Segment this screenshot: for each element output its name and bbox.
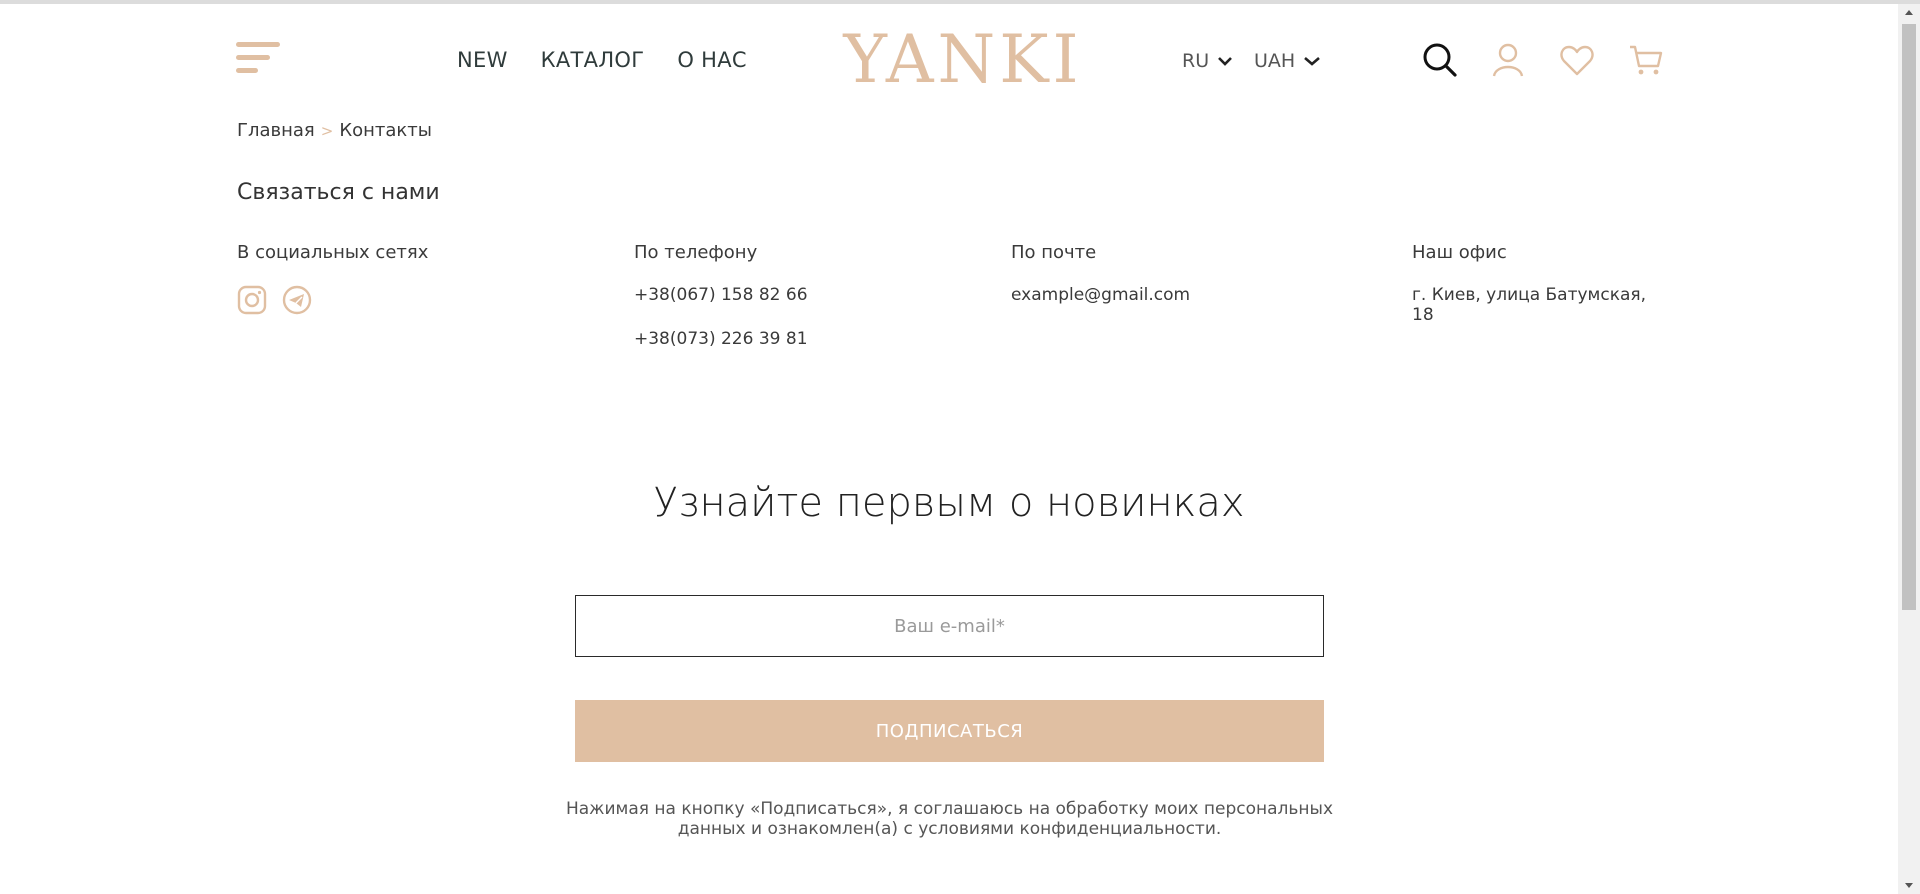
site-header: NEW КАТАЛОГ О НАС YANKI RU UAH (0, 4, 1898, 114)
language-selector[interactable]: RU (1182, 50, 1233, 72)
scroll-up-arrow-icon[interactable] (1898, 4, 1920, 22)
phone-heading: По телефону (634, 242, 758, 263)
page: NEW КАТАЛОГ О НАС YANKI RU UAH Главная >… (0, 0, 1920, 894)
search-icon[interactable] (1422, 42, 1458, 78)
phone-number-2[interactable]: +38(073) 226 39 81 (634, 329, 808, 349)
currency-value: UAH (1254, 50, 1296, 72)
office-address: г. Киев, улица Батумская, 18 (1412, 285, 1647, 325)
breadcrumb-separator: > (320, 121, 334, 140)
social-column: В социальных сетях (237, 242, 428, 315)
office-column: Наш офис г. Киев, улица Батумская, 18 (1412, 242, 1662, 325)
chevron-down-icon (1218, 57, 1233, 66)
email-address[interactable]: example@gmail.com (1011, 285, 1190, 305)
site-logo[interactable]: YANKI (840, 24, 1086, 96)
nav-item-catalog[interactable]: КАТАЛОГ (541, 48, 645, 72)
scrollbar-thumb[interactable] (1902, 24, 1916, 610)
nav-item-new[interactable]: NEW (457, 48, 508, 72)
currency-selector[interactable]: UAH (1254, 50, 1321, 72)
scroll-down-arrow-icon[interactable] (1898, 876, 1920, 894)
social-heading: В социальных сетях (237, 242, 429, 263)
nav-item-about[interactable]: О НАС (677, 48, 747, 72)
page-title: Связаться с нами (237, 180, 440, 205)
subscribe-title: Узнайте первым о новинках (653, 480, 1245, 526)
email-input[interactable] (575, 595, 1324, 657)
breadcrumb: Главная > Контакты (237, 120, 432, 141)
heart-icon[interactable] (1559, 42, 1595, 78)
phone-column: По телефону +38(067) 158 82 66 +38(073) … (634, 242, 808, 373)
user-icon[interactable] (1490, 42, 1526, 78)
telegram-icon[interactable] (282, 285, 312, 315)
email-heading: По почте (1011, 242, 1097, 263)
office-heading: Наш офис (1412, 242, 1507, 263)
email-column: По почте example@gmail.com (1011, 242, 1190, 329)
language-value: RU (1182, 50, 1210, 72)
breadcrumb-current: Контакты (339, 120, 432, 141)
social-links (237, 285, 428, 315)
menu-burger-icon[interactable] (236, 42, 282, 78)
page-scrollbar[interactable] (1898, 4, 1920, 894)
subscribe-button[interactable]: ПОДПИСАТЬСЯ (575, 700, 1324, 762)
chevron-down-icon (1304, 57, 1321, 66)
phone-number-1[interactable]: +38(067) 158 82 66 (634, 285, 808, 305)
instagram-icon[interactable] (237, 285, 267, 315)
main-nav: NEW КАТАЛОГ О НАС (457, 48, 747, 72)
cart-icon[interactable] (1628, 42, 1664, 78)
breadcrumb-home[interactable]: Главная (237, 120, 315, 141)
consent-text: Нажимая на кнопку «Подписаться», я согла… (565, 799, 1334, 839)
